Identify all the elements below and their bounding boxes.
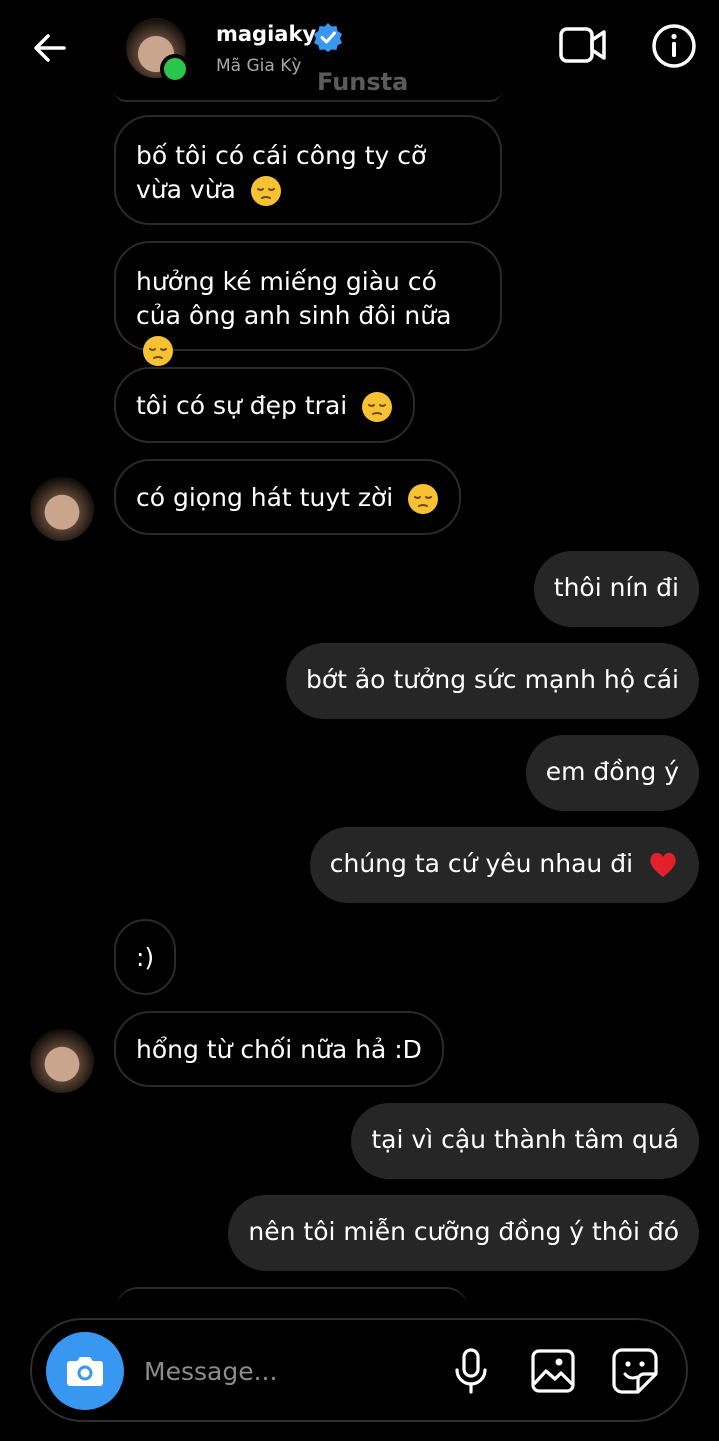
message-bubble-incoming[interactable]: bố tôi có cái công ty cỡ vừa vừa: [114, 115, 502, 225]
camera-icon: [67, 1357, 103, 1386]
gallery-icon[interactable]: [528, 1346, 578, 1396]
pensive-face-icon: [408, 484, 439, 514]
message-bubble-outgoing[interactable]: tại vì cậu thành tâm quá: [351, 1103, 699, 1179]
message-text: em đồng ý: [545, 757, 679, 786]
message-text: có giọng hát tuyt zời: [136, 483, 394, 512]
partial-message-bubble: [116, 1287, 468, 1309]
message-bubble-incoming[interactable]: có giọng hát tuyt zời: [114, 459, 462, 535]
message-input[interactable]: [142, 1350, 436, 1392]
message-bubble-outgoing[interactable]: nên tôi miễn cưỡng đồng ý thôi đó: [228, 1195, 699, 1271]
message-text: thôi nín đi: [553, 573, 679, 602]
online-status-dot: [160, 54, 190, 84]
pensive-face-icon: [250, 176, 281, 206]
message-text: hổng từ chối nữa hả :D: [136, 1035, 422, 1064]
message-bubble-incoming[interactable]: hổng từ chối nữa hả :D: [114, 1011, 444, 1087]
back-arrow-icon[interactable]: [30, 28, 70, 68]
message-text: chúng ta cứ yêu nhau đi: [329, 849, 634, 878]
message-text: :): [136, 943, 155, 972]
message-bubble-outgoing[interactable]: chúng ta cứ yêu nhau đi: [309, 827, 699, 903]
sender-avatar[interactable]: [30, 477, 94, 541]
camera-button[interactable]: [46, 1332, 124, 1410]
sender-avatar[interactable]: [30, 1029, 94, 1093]
contact-display-name: Mã Gia Kỳ: [216, 56, 302, 76]
video-call-icon[interactable]: [558, 24, 608, 66]
red-heart-icon: [650, 852, 676, 877]
sticker-icon[interactable]: [610, 1346, 660, 1396]
message-text: tại vì cậu thành tâm quá: [371, 1125, 679, 1154]
pensive-face-icon: [143, 336, 173, 366]
message-composer: [30, 1318, 688, 1422]
microphone-icon[interactable]: [446, 1346, 496, 1396]
info-icon[interactable]: [651, 23, 697, 69]
verified-badge-icon: [314, 23, 342, 52]
message-bubble-incoming[interactable]: tôi có sự đẹp trai: [114, 367, 416, 443]
pensive-face-icon: [362, 392, 393, 422]
chat-header: magiaky Mã Gia Kỳ Funsta: [0, 0, 719, 100]
message-text: bớt ảo tưởng sức mạnh hộ cái: [305, 665, 679, 694]
message-text: tôi có sự đẹp trai: [136, 391, 348, 420]
message-text: nên tôi miễn cưỡng đồng ý thôi đó: [248, 1217, 679, 1246]
message-bubble-incoming[interactable]: :): [114, 919, 177, 995]
message-text: hưởng ké miếng giàu có của ông anh sinh …: [136, 267, 452, 330]
message-bubble-outgoing[interactable]: thôi nín đi: [533, 551, 699, 627]
contact-username[interactable]: magiaky: [216, 22, 316, 46]
partial-message-bubble: [114, 90, 502, 102]
message-bubble-outgoing[interactable]: bớt ảo tưởng sức mạnh hộ cái: [285, 643, 699, 719]
message-bubble-incoming[interactable]: hưởng ké miếng giàu có của ông anh sinh …: [114, 241, 502, 366]
message-bubble-outgoing[interactable]: em đồng ý: [525, 735, 699, 811]
